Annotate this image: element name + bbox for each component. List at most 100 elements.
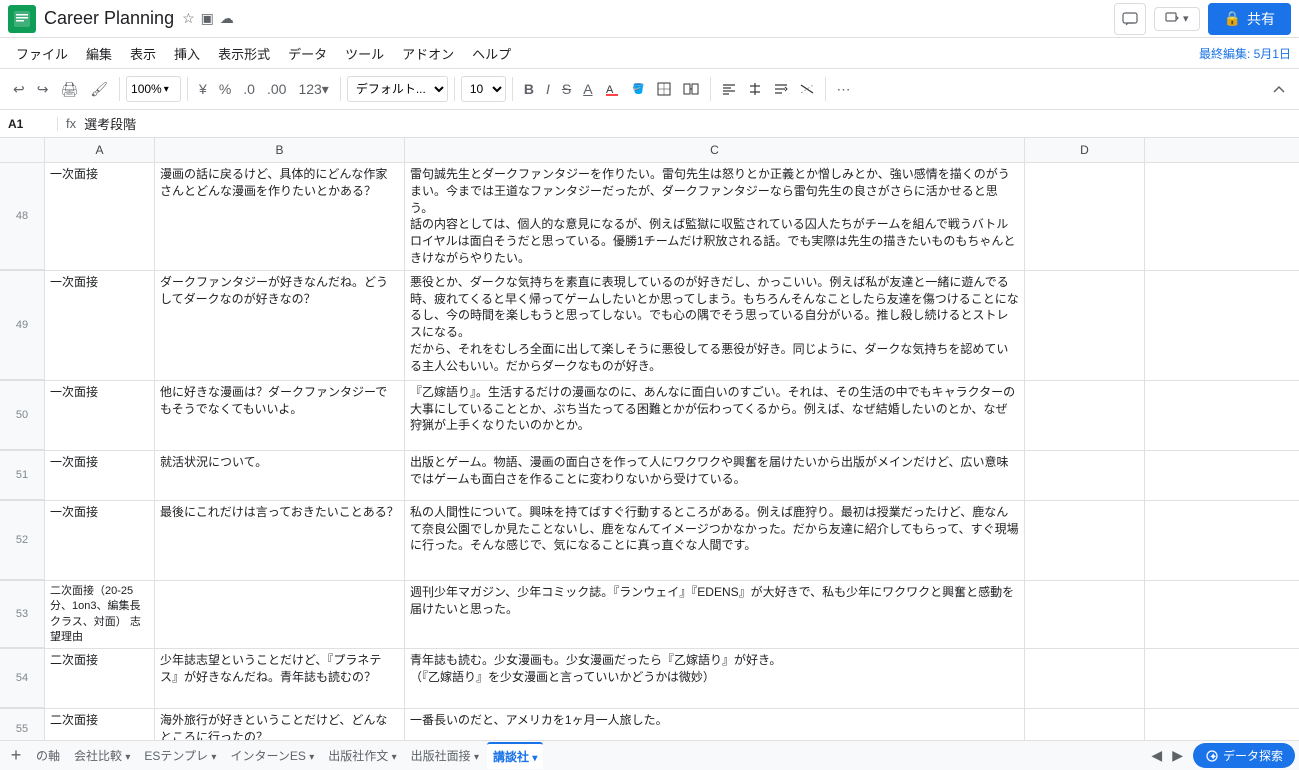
col-header-d[interactable]: D [1025,138,1145,162]
redo-button[interactable]: ↪ [32,78,54,101]
tab-no-jiku[interactable]: の軸 [30,743,66,768]
tab-publishing-interview[interactable]: 出版社面接 ▾ [405,743,485,768]
star-icon[interactable]: ☆ [182,10,195,27]
vertical-align-button[interactable] [743,79,767,99]
last-edited[interactable]: 最終編集: 5月1日 [1199,45,1291,62]
tab-intern-es[interactable]: インターンES ▾ [224,743,320,768]
underline-button[interactable]: A [578,78,597,100]
cell-55-a[interactable]: 二次面接 [45,709,155,740]
align-left-button[interactable] [717,79,741,99]
table-row: 52 一次面接 最後にこれだけは言っておきたいことある？ 私の人間性について。興… [0,501,1299,581]
col-header-b[interactable]: B [155,138,405,162]
menu-view[interactable]: 表示 [122,42,164,65]
tab-label-no-jiku: の軸 [36,749,60,763]
cell-reference[interactable]: A1 [8,117,58,131]
merge-button[interactable] [678,79,704,99]
cell-49-d[interactable] [1025,271,1145,380]
menu-insert[interactable]: 挿入 [166,42,208,65]
zoom-selector[interactable]: 100% ▾ [126,76,181,102]
more-button[interactable]: ⋯ [832,78,856,101]
cell-48-d[interactable] [1025,163,1145,270]
tab-publishing-essay[interactable]: 出版社作文 ▾ [322,743,402,768]
formula-content[interactable]: 選考段階 [84,114,136,133]
rotate-button[interactable] [795,79,819,99]
cell-55-d[interactable] [1025,709,1145,740]
cell-50-c[interactable]: 『乙嫁語り』。生活するだけの漫画なのに、あんなに面白いのすごい。それは、その生活… [405,381,1025,450]
cell-50-a[interactable]: 一次面接 [45,381,155,450]
menu-file[interactable]: ファイル [8,42,76,65]
cell-48-a[interactable]: 一次面接 [45,163,155,270]
wrap-button[interactable] [769,79,793,99]
cell-54-a[interactable]: 二次面接 [45,649,155,708]
fx-icon: fx [66,116,76,131]
more-formats-button[interactable]: 123▾ [293,78,333,101]
explore-button[interactable]: ✦ データ探索 [1193,743,1295,768]
undo-button[interactable]: ↩ [8,78,30,101]
print-button[interactable]: 🖨 [55,78,83,101]
menu-edit[interactable]: 編集 [78,42,120,65]
cell-53-c[interactable]: 週刊少年マガジン、少年コミック誌。『ランウェイ』『EDENS』が大好きで、私も少… [405,581,1025,649]
menu-addons[interactable]: アドオン [394,42,462,65]
cell-51-d[interactable] [1025,451,1145,500]
fill-color-button[interactable]: 🪣 [626,79,650,99]
spreadsheet: A B C D 48 一次面接 漫画の話に戻るけど、具体的にどんな作家さんとどん… [0,138,1299,740]
tab-kodansha[interactable]: 講談社 ▾ [487,742,543,769]
cell-51-c[interactable]: 出版とゲーム。物語、漫画の面白さを作って人にワクワクや興奮を届けたいから出版がメ… [405,451,1025,500]
cell-54-c[interactable]: 青年誌も読む。少女漫画も。少女漫画だったら『乙嫁語り』が好き。 （『乙嫁語り』を… [405,649,1025,708]
chat-button[interactable] [1114,3,1146,35]
borders-button[interactable] [652,79,676,99]
cell-53-d[interactable] [1025,581,1145,649]
menu-data[interactable]: データ [280,42,335,65]
cell-48-c[interactable]: 雷句誠先生とダークファンタジーを作りたい。雷句先生は怒りとか正義とか憎しみとか、… [405,163,1025,270]
decimal00-button[interactable]: .00 [262,78,291,100]
sep6 [710,77,711,101]
menu-help[interactable]: ヘルプ [464,42,519,65]
cell-51-b[interactable]: 就活状況について。 [155,451,405,500]
share-button[interactable]: 🔒 共有 [1208,3,1291,35]
cell-55-b[interactable]: 海外旅行が好きということだけど、どんなところに行ったの？ [155,709,405,740]
cell-50-b[interactable]: 他に好きな漫画は？ダークファンタジーでもそうでなくてもいいよ。 [155,381,405,450]
cell-52-b[interactable]: 最後にこれだけは言っておきたいことある？ [155,501,405,580]
row-num-48: 48 [0,163,45,270]
cell-54-b[interactable]: 少年誌志望ということだけど、『プラネテス』が好きなんだね。青年誌も読むの？ [155,649,405,708]
col-header-c[interactable]: C [405,138,1025,162]
cell-52-d[interactable] [1025,501,1145,580]
menu-tools[interactable]: ツール [337,42,392,65]
format-paint-button[interactable]: 🖌 [85,78,113,101]
cell-53-a[interactable]: 二次面接（20-25分、1on3、編集長クラス、対面） 志望理由 [45,581,155,649]
cell-52-a[interactable]: 一次面接 [45,501,155,580]
cell-53-b[interactable] [155,581,405,649]
tab-label-publishing-interview: 出版社面接 [411,749,471,763]
font-selector[interactable]: デフォルト... [347,76,448,102]
cell-49-a[interactable]: 一次面接 [45,271,155,380]
cell-50-d[interactable] [1025,381,1145,450]
cell-52-c[interactable]: 私の人間性について。興味を持てばすぐ行動するところがある。例えば鹿狩り。最初は授… [405,501,1025,580]
menu-bar: ファイル 編集 表示 挿入 表示形式 データ ツール アドオン ヘルプ 最終編集… [0,38,1299,68]
tab-company-compare[interactable]: 会社比較 ▾ [68,743,136,768]
menu-format[interactable]: 表示形式 [210,42,278,65]
bold-button[interactable]: B [519,78,539,100]
cell-48-b[interactable]: 漫画の話に戻るけど、具体的にどんな作家さんとどんな漫画を作りたいとかある？ [155,163,405,270]
cell-49-c[interactable]: 悪役とか、ダークな気持ちを素直に表現しているのが好きだし、かっこいい。例えば私が… [405,271,1025,380]
tab-es-template[interactable]: ESテンプレ ▾ [138,743,222,768]
present-button[interactable]: ▾ [1154,7,1200,31]
col-header-a[interactable]: A [45,138,155,162]
tab-next-button[interactable]: ▶ [1168,745,1187,766]
fontsize-selector[interactable]: 10 11 12 [461,76,506,102]
cell-54-d[interactable] [1025,649,1145,708]
percent-button[interactable]: % [214,78,236,100]
drive-icon[interactable]: ▣ [201,10,214,27]
cell-55-c[interactable]: 一番長いのだと、アメリカを1ヶ月一人旅した。 [405,709,1025,740]
currency-button[interactable]: ¥ [194,78,212,100]
cell-49-b[interactable]: ダークファンタジーが好きなんだね。どうしてダークなのが好きなの？ [155,271,405,380]
add-sheet-button[interactable]: + [4,744,28,768]
italic-button[interactable]: I [541,78,555,100]
decimal0-button[interactable]: .0 [238,78,260,100]
doc-title[interactable]: Career Planning [44,8,174,29]
text-color-button[interactable]: A [600,79,624,99]
strikethrough-button[interactable]: S [557,78,576,100]
sep3 [340,77,341,101]
tab-prev-button[interactable]: ◀ [1147,745,1166,766]
cell-51-a[interactable]: 一次面接 [45,451,155,500]
collapse-toolbar-button[interactable] [1267,79,1291,99]
